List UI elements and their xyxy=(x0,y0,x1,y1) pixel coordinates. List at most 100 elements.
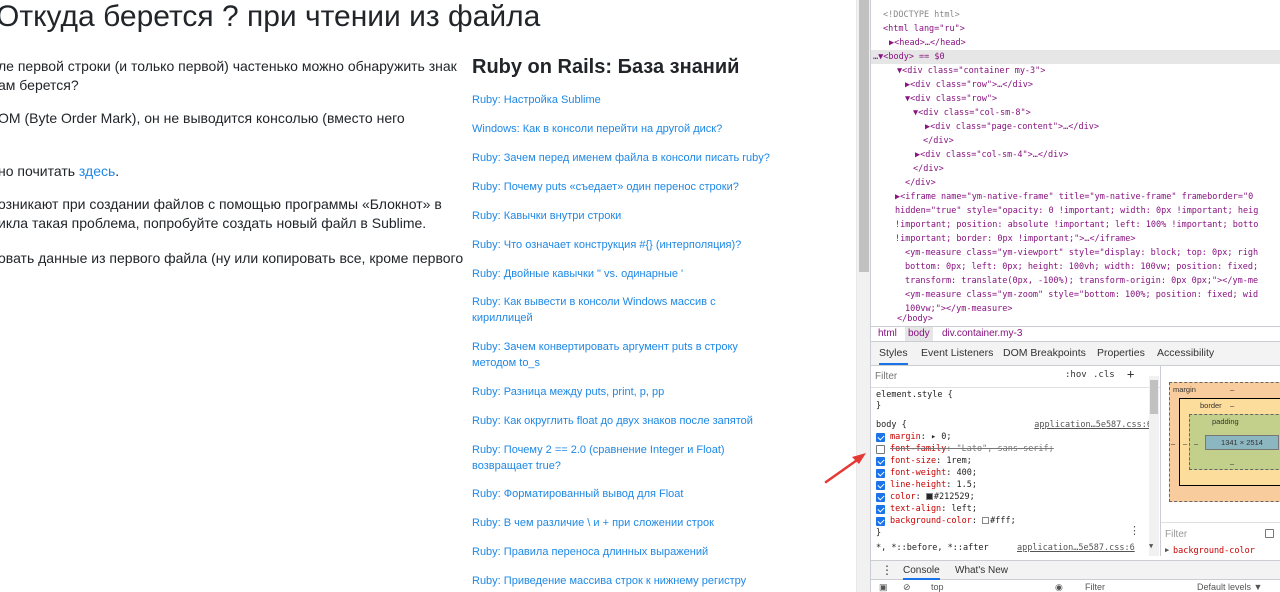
computed-property-row[interactable]: ▶ background-color xyxy=(1161,544,1280,558)
next-rule-selector[interactable]: *, *::before, *::after xyxy=(876,543,989,553)
kb-link[interactable]: Ruby: Кавычки внутри строки xyxy=(472,208,772,224)
declaration-value: ▸ 0; xyxy=(930,432,952,442)
tab-dom-breakpoints[interactable]: DOM Breakpoints xyxy=(1003,347,1086,359)
log-levels-dropdown[interactable]: Default levels ▼ xyxy=(1197,582,1262,592)
styles-filter-input[interactable] xyxy=(875,369,1055,384)
breadcrumb-item[interactable]: body xyxy=(905,327,933,341)
dom-node[interactable]: ▼<div class="row"> xyxy=(905,92,997,106)
tab-styles[interactable]: Styles xyxy=(879,347,908,365)
dom-node[interactable]: <!DOCTYPE html> xyxy=(883,8,960,22)
declaration-name: margin xyxy=(890,432,921,442)
dom-node[interactable]: ▶<iframe name="ym-native-frame" title="y… xyxy=(895,190,1253,204)
kb-link[interactable]: Ruby: Как вывести в консоли Windows масс… xyxy=(472,294,732,326)
hov-button[interactable]: :hov xyxy=(1065,370,1087,380)
here-link[interactable]: здесь xyxy=(79,163,115,179)
dom-node[interactable]: hidden="true" style="opacity: 0 !importa… xyxy=(895,204,1258,218)
color-swatch[interactable] xyxy=(925,493,933,500)
next-rule-source[interactable]: application…5e587.css:6 xyxy=(1017,543,1135,553)
dom-node[interactable]: </body> xyxy=(897,312,933,326)
declaration[interactable]: line-height: 1.5; xyxy=(890,480,977,491)
kb-link[interactable]: Ruby: Зачем конвертировать аргумент puts… xyxy=(472,339,752,371)
dom-node[interactable]: <ym-measure class="ym-viewport" style="d… xyxy=(905,246,1258,260)
kb-link[interactable]: Ruby: Форматированный вывод для Float xyxy=(472,486,772,502)
dom-node[interactable]: ▶<div class="col-sm-4">…</div> xyxy=(915,148,1069,162)
scroll-down-arrow-icon[interactable]: ▼ xyxy=(1149,542,1153,550)
border-left-value: – xyxy=(1183,439,1188,448)
declaration-checkbox[interactable] xyxy=(876,457,885,466)
declaration[interactable]: font-weight: 400; xyxy=(890,468,977,479)
tab-whats-new[interactable]: What's New xyxy=(955,565,1008,576)
page-scrollbar-thumb[interactable] xyxy=(859,0,869,272)
kb-link[interactable]: Ruby: Приведение массива строк к нижнему… xyxy=(472,573,772,589)
margin-left-value: – xyxy=(1171,439,1176,448)
rule-source-link[interactable]: application…5e587.css:6 xyxy=(1034,420,1152,430)
console-sidebar-icon[interactable]: ▣ xyxy=(879,582,888,592)
page-scrollbar[interactable] xyxy=(856,0,870,592)
eye-icon[interactable]: ◉ xyxy=(1055,582,1063,592)
tab-properties[interactable]: Properties xyxy=(1097,347,1145,359)
box-model-content[interactable]: 1341 × 2514 xyxy=(1205,435,1279,450)
dom-node[interactable]: ▼<div class="container my-3"> xyxy=(897,64,1045,78)
declaration-checkbox[interactable] xyxy=(876,481,885,490)
dom-node[interactable]: <html lang="ru"> xyxy=(883,22,965,36)
kb-link[interactable]: Ruby: Зачем перед именем файла в консоли… xyxy=(472,150,772,166)
breadcrumb-item[interactable]: div.container.my-3 xyxy=(939,327,1025,341)
declaration[interactable]: margin: ▸ 0; xyxy=(890,432,951,443)
declaration[interactable]: background-color: #fff; xyxy=(890,516,1016,527)
expand-arrow-icon[interactable]: ▶ xyxy=(1165,546,1169,554)
kb-link[interactable]: Ruby: Почему puts «съедает» один перенос… xyxy=(472,179,772,195)
declaration-checkbox[interactable] xyxy=(876,493,885,502)
kb-link[interactable]: Ruby: Двойные кавычки " vs. одинарные ' xyxy=(472,266,772,282)
declaration-checkbox[interactable] xyxy=(876,469,885,478)
console-filter-input[interactable]: Filter xyxy=(1085,582,1105,592)
breadcrumb-item[interactable]: html xyxy=(875,327,900,341)
declaration[interactable]: text-align: left; xyxy=(890,504,977,515)
element-style-selector[interactable]: element.style { xyxy=(876,390,953,401)
declaration-checkbox-unchecked[interactable] xyxy=(876,445,885,454)
dom-node[interactable]: </div> xyxy=(913,162,944,176)
dom-node[interactable]: bottom: 0px; left: 0px; height: 100vh; w… xyxy=(905,260,1258,274)
kb-link[interactable]: Windows: Как в консоли перейти на другой… xyxy=(472,121,772,137)
declaration[interactable]: font-size: 1rem; xyxy=(890,456,972,467)
dom-tree[interactable]: <!DOCTYPE html> <html lang="ru"> ▶<head>… xyxy=(871,0,1280,326)
add-rule-button[interactable]: + xyxy=(1127,367,1134,381)
tab-accessibility[interactable]: Accessibility xyxy=(1157,347,1214,359)
declaration-checkbox[interactable] xyxy=(876,433,885,442)
dom-node[interactable]: </div> xyxy=(923,134,954,148)
dom-node[interactable]: !important; border: 0px !important;">…</… xyxy=(895,232,1136,246)
styles-scrollbar[interactable] xyxy=(1149,376,1159,556)
tab-event-listeners[interactable]: Event Listeners xyxy=(921,347,993,359)
kb-link[interactable]: Ruby: Как округлить float до двух знаков… xyxy=(472,413,772,429)
dom-node[interactable]: <ym-measure class="ym-zoom" style="botto… xyxy=(905,288,1258,302)
cls-button[interactable]: .cls xyxy=(1093,370,1115,380)
more-options-icon[interactable]: ⋮ xyxy=(1129,524,1140,537)
dom-node[interactable]: ▶<div class="row">…</div> xyxy=(905,78,1033,92)
declaration-checkbox[interactable] xyxy=(876,505,885,514)
tab-console[interactable]: Console xyxy=(903,565,940,580)
computed-filter-input[interactable]: Filter xyxy=(1165,529,1187,540)
declaration[interactable]: color: #212529; xyxy=(890,492,975,503)
clear-console-icon[interactable]: ⊘ xyxy=(903,582,911,592)
dom-node[interactable]: ▶<head>…</head> xyxy=(889,36,966,50)
kb-link[interactable]: Ruby: Почему 2 == 2.0 (сравнение Integer… xyxy=(472,442,742,474)
declaration-checkbox[interactable] xyxy=(876,517,885,526)
dom-node-selected[interactable]: …▼<body> == $0 xyxy=(871,50,1280,64)
kb-link[interactable]: Ruby: Настройка Sublime xyxy=(472,92,772,108)
kb-link[interactable]: Ruby: Что означает конструкция #{} (инте… xyxy=(472,237,772,253)
show-all-checkbox[interactable] xyxy=(1265,529,1274,538)
styles-scrollbar-thumb[interactable] xyxy=(1150,380,1158,414)
declaration-disabled[interactable]: font-family: "Lato", sans-serif; xyxy=(890,444,1054,455)
declaration-name: font-family xyxy=(890,444,947,454)
dom-node[interactable]: ▶<div class="page-content">…</div> xyxy=(925,120,1099,134)
drawer-menu-icon[interactable]: ⋮ xyxy=(881,563,893,577)
kb-link[interactable]: Ruby: Правила переноса длинных выражений xyxy=(472,544,772,560)
dom-node[interactable]: transform: translate(0px, -100%); transf… xyxy=(905,274,1258,288)
dom-node[interactable]: ▼<div class="col-sm-8"> xyxy=(913,106,1031,120)
kb-link[interactable]: Ruby: Разница между puts, print, p, pp xyxy=(472,384,772,400)
dom-node[interactable]: !important; position: absolute !importan… xyxy=(895,218,1258,232)
dom-node[interactable]: </div> xyxy=(905,176,936,190)
rule-selector[interactable]: body { xyxy=(876,420,907,431)
context-selector[interactable]: top xyxy=(931,582,944,592)
kb-link[interactable]: Ruby: В чем различие \ и + при сложении … xyxy=(472,515,772,531)
color-swatch[interactable] xyxy=(982,517,990,524)
